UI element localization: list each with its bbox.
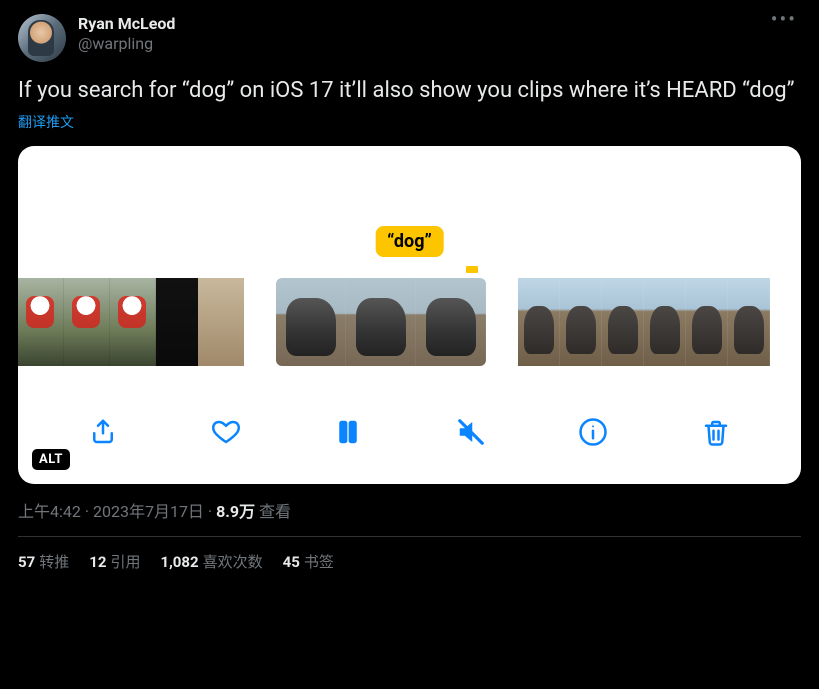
- alt-badge[interactable]: ALT: [32, 449, 70, 470]
- tweet-text: If you search for “dog” on iOS 17 it’ll …: [18, 76, 801, 106]
- clip-frame: [276, 278, 346, 366]
- tweet-stats: 57转推 12引用 1,082喜欢次数 45书签: [18, 537, 801, 572]
- share-icon: [88, 417, 118, 447]
- clip-frame: [416, 278, 486, 366]
- tweet-time: 上午4:42: [18, 502, 81, 521]
- more-options-button[interactable]: •••: [767, 14, 801, 34]
- clip-group-active[interactable]: [276, 278, 486, 366]
- clip-frame: [518, 278, 560, 366]
- video-filmstrip[interactable]: [18, 278, 801, 366]
- likes-stat[interactable]: 1,082喜欢次数: [160, 551, 262, 572]
- clip-frame: [602, 278, 644, 366]
- clip-frame: [346, 278, 416, 366]
- clip-group[interactable]: [18, 278, 244, 366]
- delete-button[interactable]: [698, 414, 734, 450]
- clip-gap: [486, 278, 518, 366]
- retweets-stat[interactable]: 57转推: [18, 551, 69, 572]
- media-toolbar: [18, 404, 801, 460]
- clip-frame: [198, 278, 244, 366]
- search-marker: [466, 266, 478, 273]
- tweet-container: Ryan McLeod @warpling ••• If you search …: [0, 0, 819, 584]
- bookmarks-stat[interactable]: 45书签: [283, 551, 334, 572]
- info-icon: [578, 417, 608, 447]
- mute-icon: [456, 417, 486, 447]
- user-handle: @warpling: [78, 34, 767, 54]
- display-name: Ryan McLeod: [78, 14, 767, 34]
- tweet-date: 2023年7月17日: [93, 502, 204, 521]
- media-attachment[interactable]: “dog”: [18, 146, 801, 484]
- pause-icon: [333, 417, 363, 447]
- search-term-badge: “dog”: [375, 226, 444, 257]
- views-count: 8.9万: [216, 502, 255, 521]
- clip-frame: [64, 278, 110, 366]
- user-block[interactable]: Ryan McLeod @warpling: [78, 14, 767, 54]
- share-button[interactable]: [85, 414, 121, 450]
- clip-gap: [244, 278, 276, 366]
- clip-frame: [110, 278, 156, 366]
- clip-frame: [728, 278, 770, 366]
- mute-button[interactable]: [453, 414, 489, 450]
- clip-frame: [644, 278, 686, 366]
- clip-frame: [156, 278, 198, 366]
- translate-link[interactable]: 翻译推文: [18, 112, 74, 132]
- clip-frame: [560, 278, 602, 366]
- views-label: 查看: [255, 502, 291, 521]
- pause-button[interactable]: [330, 414, 366, 450]
- heart-icon: [211, 417, 241, 447]
- like-button[interactable]: [208, 414, 244, 450]
- clip-group[interactable]: [518, 278, 770, 366]
- avatar[interactable]: [18, 14, 66, 62]
- trash-icon: [701, 417, 731, 447]
- tweet-header: Ryan McLeod @warpling •••: [18, 14, 801, 62]
- tweet-meta[interactable]: 上午4:42 · 2023年7月17日 · 8.9万 查看: [18, 498, 801, 522]
- quotes-stat[interactable]: 12引用: [89, 551, 140, 572]
- clip-frame: [686, 278, 728, 366]
- clip-frame: [18, 278, 64, 366]
- info-button[interactable]: [575, 414, 611, 450]
